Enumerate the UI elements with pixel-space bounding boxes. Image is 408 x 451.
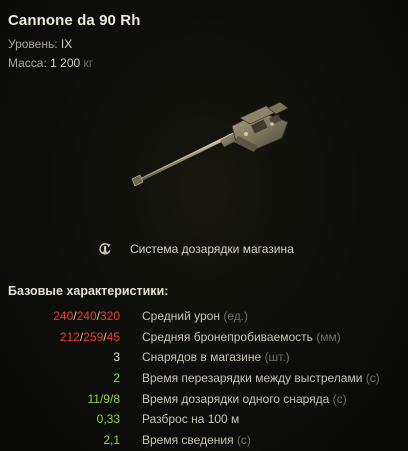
module-tooltip: Cannone da 90 Rh Уровень: IX Масса: 1 20… xyxy=(0,0,408,451)
stat-label: Снарядов в магазине (шт.) xyxy=(142,350,290,365)
stat-dispersion: 0,33 Разброс на 100 м xyxy=(0,409,408,430)
mass-unit: кг xyxy=(83,56,94,70)
level-value: IX xyxy=(60,37,73,51)
pen-apcr: 259 xyxy=(83,329,104,344)
stat-value: 11/9/8 xyxy=(87,391,120,406)
stat-penetration: 212/259/45 Средняя бронепробиваемость (м… xyxy=(0,327,408,348)
stat-label: Разброс на 100 м xyxy=(142,412,240,427)
gun-image xyxy=(131,101,289,187)
autoreloader-icon xyxy=(99,243,111,255)
stat-value: 2 xyxy=(113,371,120,386)
damage-ap: 240 xyxy=(53,309,74,323)
section-title: Базовые характеристики: xyxy=(8,284,169,298)
stat-label: Время дозарядки одного снаряда (с) xyxy=(142,391,347,406)
level-label: Уровень: xyxy=(8,37,58,51)
stat-label: Время сведения (с) xyxy=(142,433,251,448)
damage-apcr: 240 xyxy=(76,309,97,323)
stat-aim-time: 2,1 Время сведения (с) xyxy=(0,430,408,451)
module-mass: Масса: 1 200 кг xyxy=(8,56,93,70)
module-name: Cannone da 90 Rh xyxy=(8,12,141,29)
damage-he: 320 xyxy=(99,309,120,323)
stat-magazine: 3 Снарядов в магазине (шт.) xyxy=(0,347,408,368)
feature-row: Система дозарядки магазина xyxy=(98,240,294,258)
stat-label: Время перезарядки между выстрелами (с) xyxy=(142,371,380,386)
module-level: Уровень: IX xyxy=(8,37,72,51)
feature-label: Система дозарядки магазина xyxy=(130,242,294,256)
mass-value: 1 200 xyxy=(50,56,81,70)
stat-damage: 240/240/320 Средний урон (ед.) xyxy=(0,306,408,327)
stat-value: 212/259/45 xyxy=(59,329,120,344)
stat-value: 2,1 xyxy=(103,433,120,448)
stat-value: 240/240/320 xyxy=(53,309,120,323)
stats-list: 240/240/320 Средний урон (ед.) 212/259/4… xyxy=(0,306,408,451)
stat-label: Средняя бронепробиваемость (мм) xyxy=(142,329,341,344)
pen-he: 45 xyxy=(106,329,120,344)
stat-shell-reload: 11/9/8 Время дозарядки одного снаряда (с… xyxy=(0,389,408,410)
stat-value: 0,33 xyxy=(96,412,120,427)
stat-value: 3 xyxy=(113,350,120,365)
stat-label: Средний урон (ед.) xyxy=(142,309,249,323)
mass-label: Масса: xyxy=(8,56,47,70)
pen-ap: 212 xyxy=(59,329,80,344)
stat-interclip: 2 Время перезарядки между выстрелами (с) xyxy=(0,368,408,389)
